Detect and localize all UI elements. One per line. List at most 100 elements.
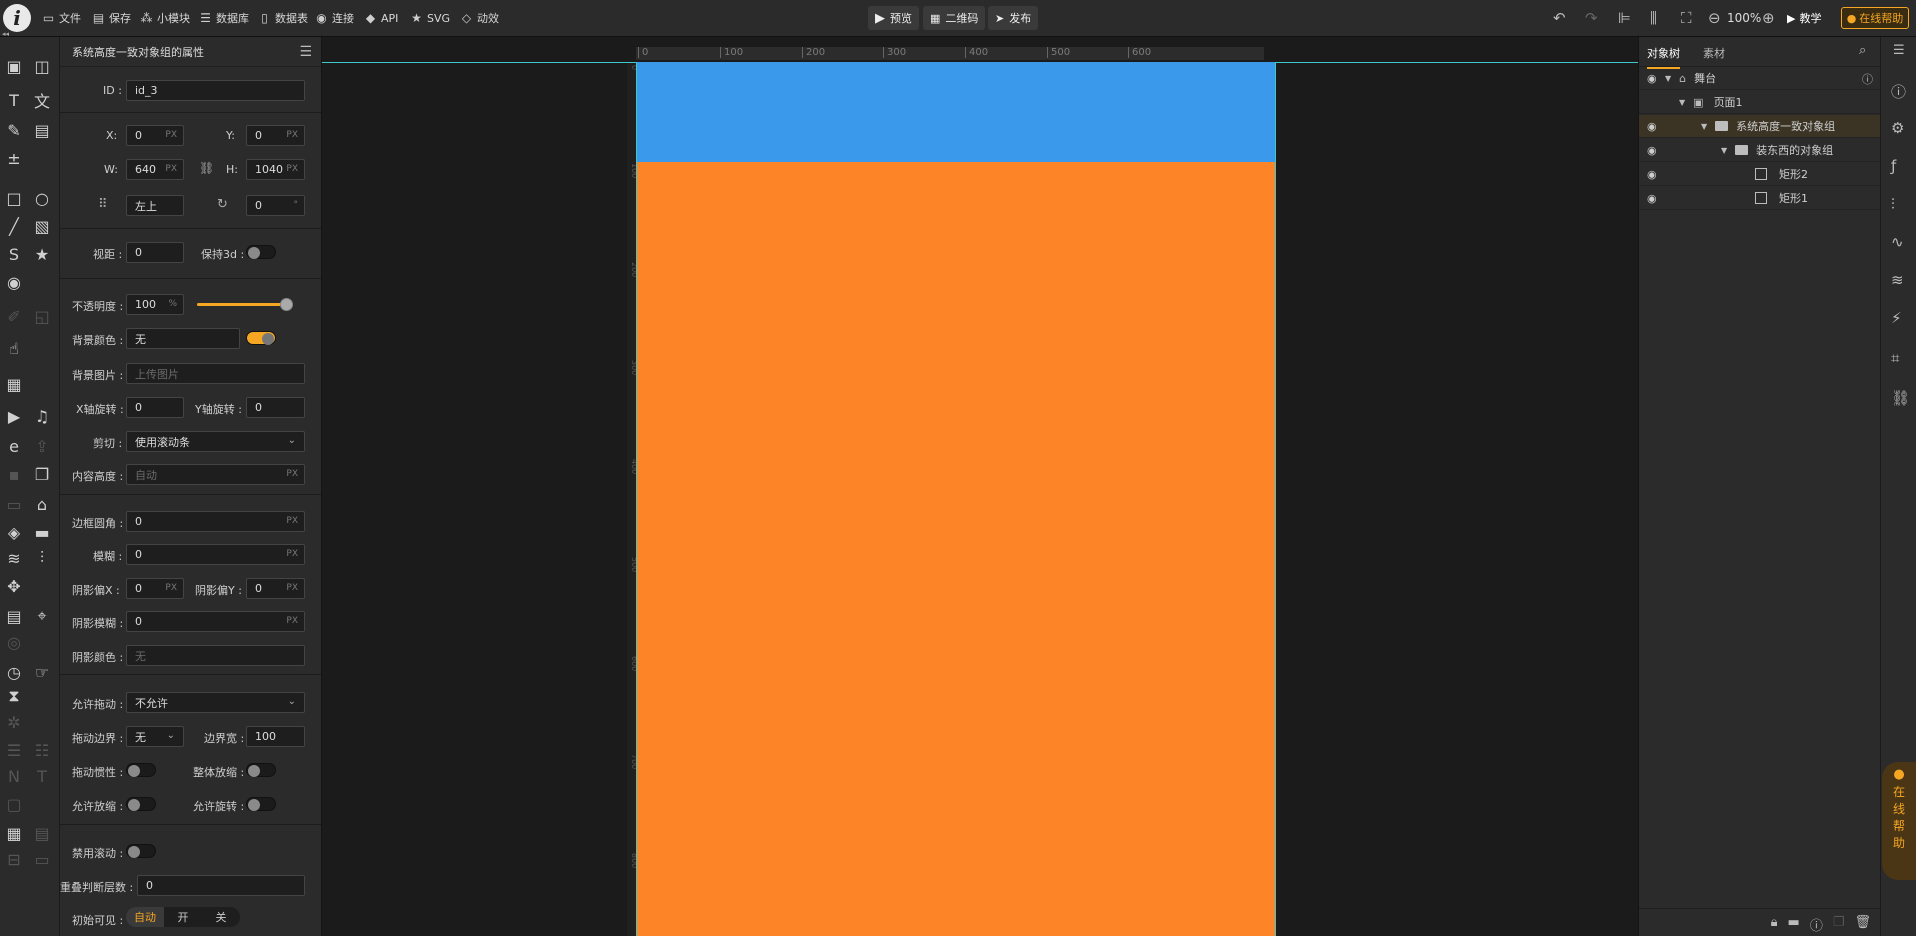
database-button[interactable]: ☰ 数据库: [199, 9, 249, 27]
dragbound-select[interactable]: 无 ⌄: [126, 726, 184, 747]
timer-icon[interactable]: ◷: [3, 661, 25, 683]
star-tool-icon[interactable]: ★: [31, 243, 53, 265]
play-circle-icon[interactable]: ◉: [3, 271, 25, 293]
tree-row-stage[interactable]: ◉ ▼ ⌂ 舞台 ⓘ: [1639, 67, 1881, 90]
edit-icon[interactable]: ✎: [3, 119, 25, 141]
tree-row-system-group[interactable]: ◉ ▼ 系统高度一致对象组: [1639, 115, 1881, 138]
keep3d-toggle[interactable]: [246, 245, 276, 259]
node-icon[interactable]: ✲: [3, 711, 25, 733]
eye-icon[interactable]: ◉: [1647, 120, 1657, 133]
lock-icon[interactable]: 🔒︎: [1771, 915, 1778, 936]
boundwidth-input[interactable]: 100: [246, 726, 305, 747]
search-icon[interactable]: ⌕: [1859, 43, 1866, 58]
effects-button[interactable]: ◇ 动效: [460, 9, 499, 27]
shadowy-input[interactable]: 0 PX: [246, 578, 305, 599]
image-group-icon[interactable]: ◫: [31, 55, 53, 77]
filter-icon[interactable]: ≋: [1891, 271, 1904, 289]
folder-add-icon[interactable]: ▬: [1788, 915, 1800, 936]
editor-canvas[interactable]: 0 100 200 300 400 500 600 0 100 200 300 …: [322, 37, 1638, 936]
save-button[interactable]: ▤ 保存: [92, 9, 131, 27]
triangle-down-icon[interactable]: ▼: [1701, 122, 1707, 131]
video-tool-icon[interactable]: ▶: [3, 405, 25, 427]
menu-icon[interactable]: ☰: [299, 44, 312, 60]
archive-icon[interactable]: ⌂: [31, 493, 53, 515]
function-icon[interactable]: ƒ: [1891, 157, 1896, 175]
initvisible-off[interactable]: 关: [202, 907, 240, 927]
bgcolor-toggle[interactable]: [246, 331, 276, 345]
monitor-icon[interactable]: ▭: [3, 493, 25, 515]
sliders-icon[interactable]: ⫶: [31, 547, 53, 569]
opacity-knob[interactable]: [280, 298, 293, 311]
db-dim-icon[interactable]: ☰: [3, 739, 25, 761]
list-panel-icon[interactable]: ▤: [3, 605, 25, 627]
bgcolor-input[interactable]: 无: [126, 328, 240, 349]
sliders-icon[interactable]: ⫶: [1891, 195, 1895, 213]
rotation-input[interactable]: 0 °: [246, 195, 305, 216]
align-left-icon[interactable]: ⊫: [1618, 9, 1631, 27]
pages-icon[interactable]: ❐: [31, 463, 53, 485]
triangle-down-icon[interactable]: ▼: [1721, 146, 1727, 155]
blur-input[interactable]: 0 PX: [126, 544, 305, 565]
trash-icon[interactable]: 🗑︎: [1854, 915, 1871, 936]
split-dim-icon[interactable]: ⊟: [3, 848, 25, 870]
floating-help-button[interactable]: ● 在 线 帮 助: [1882, 762, 1916, 880]
eye-icon[interactable]: ◉: [1647, 72, 1657, 85]
shadowcolor-input[interactable]: 无: [126, 645, 305, 666]
frame-icon[interactable]: ◱: [31, 305, 53, 327]
shadowx-input[interactable]: 0 PX: [126, 578, 184, 599]
file-dim-icon[interactable]: ▢: [3, 793, 25, 815]
counter-icon[interactable]: ±: [3, 147, 25, 169]
rectangle-2[interactable]: [637, 62, 1275, 162]
document-icon[interactable]: ▤: [31, 119, 53, 141]
initvisible-auto[interactable]: 自动: [126, 907, 164, 927]
content-height-input[interactable]: 自动 PX: [126, 464, 305, 485]
artboard[interactable]: [636, 62, 1276, 936]
tree-row-rect2[interactable]: ◉ 矩形2: [1639, 163, 1881, 186]
settings-icon[interactable]: ⚙: [1891, 119, 1904, 137]
yrot-input[interactable]: 0: [246, 397, 305, 418]
opacity-input[interactable]: 100%: [126, 294, 184, 315]
layer-dim-icon[interactable]: ▪: [3, 463, 25, 485]
window-dim-icon[interactable]: ▭: [31, 848, 53, 870]
layers-icon[interactable]: ≋: [3, 547, 25, 569]
module-button[interactable]: ⁂ 小模块: [140, 9, 191, 27]
bracket-t-icon[interactable]: T: [31, 765, 53, 787]
eye-icon[interactable]: ◉: [1647, 144, 1657, 157]
tree-row-rect1[interactable]: ◉ 矩形1: [1639, 187, 1881, 210]
triangle-down-icon[interactable]: ▼: [1665, 74, 1671, 83]
eye-dim-icon[interactable]: ◎: [3, 631, 25, 653]
y-input[interactable]: 0 PX: [246, 125, 305, 146]
grid-icon[interactable]: ▦: [3, 822, 25, 844]
tab-assets[interactable]: 素材: [1703, 45, 1725, 61]
clip-select[interactable]: 使用滚动条 ⌄: [126, 431, 305, 452]
xrot-input[interactable]: 0: [126, 397, 184, 418]
online-help-button[interactable]: ● 在线帮助: [1841, 7, 1909, 29]
tree-row-page1[interactable]: ▼ ▣ 页面1: [1639, 91, 1881, 114]
eye-icon[interactable]: ◉: [1647, 168, 1657, 181]
file-menu[interactable]: ▭ 文件: [42, 9, 81, 27]
x-input[interactable]: 0 PX: [126, 125, 184, 146]
anchor-input[interactable]: 左上: [126, 195, 184, 216]
publish-button[interactable]: ➤ 发布: [988, 6, 1039, 30]
disablescroll-toggle[interactable]: [126, 844, 156, 858]
distribute-icon[interactable]: ⫼: [1650, 9, 1657, 27]
zoom-in-icon[interactable]: ⊕: [1762, 9, 1775, 27]
w-input[interactable]: 640 PX: [126, 159, 184, 180]
box-icon[interactable]: ◈: [3, 521, 25, 543]
circle-icon[interactable]: ○: [31, 187, 53, 209]
shadowblur-input[interactable]: 0 PX: [126, 611, 305, 632]
svg-button[interactable]: ★ SVG: [410, 9, 450, 27]
move-icon[interactable]: ✥: [3, 575, 25, 597]
table-dim-icon[interactable]: ▤: [31, 822, 53, 844]
h-input[interactable]: 1040 PX: [246, 159, 305, 180]
initvisible-on[interactable]: 开: [164, 907, 202, 927]
triangle-down-icon[interactable]: ▼: [1679, 98, 1685, 107]
svg-icon[interactable]: S: [3, 243, 25, 265]
image-icon[interactable]: ▣: [3, 55, 25, 77]
radius-input[interactable]: 0 PX: [126, 511, 305, 532]
overlap-input[interactable]: 0: [137, 875, 305, 896]
brush-icon[interactable]: ✐: [3, 305, 25, 327]
fit-screen-icon[interactable]: ⛶: [1681, 9, 1692, 27]
redo-icon[interactable]: ↷: [1585, 9, 1598, 27]
info-panel-icon[interactable]: ⓘ: [1891, 81, 1906, 102]
